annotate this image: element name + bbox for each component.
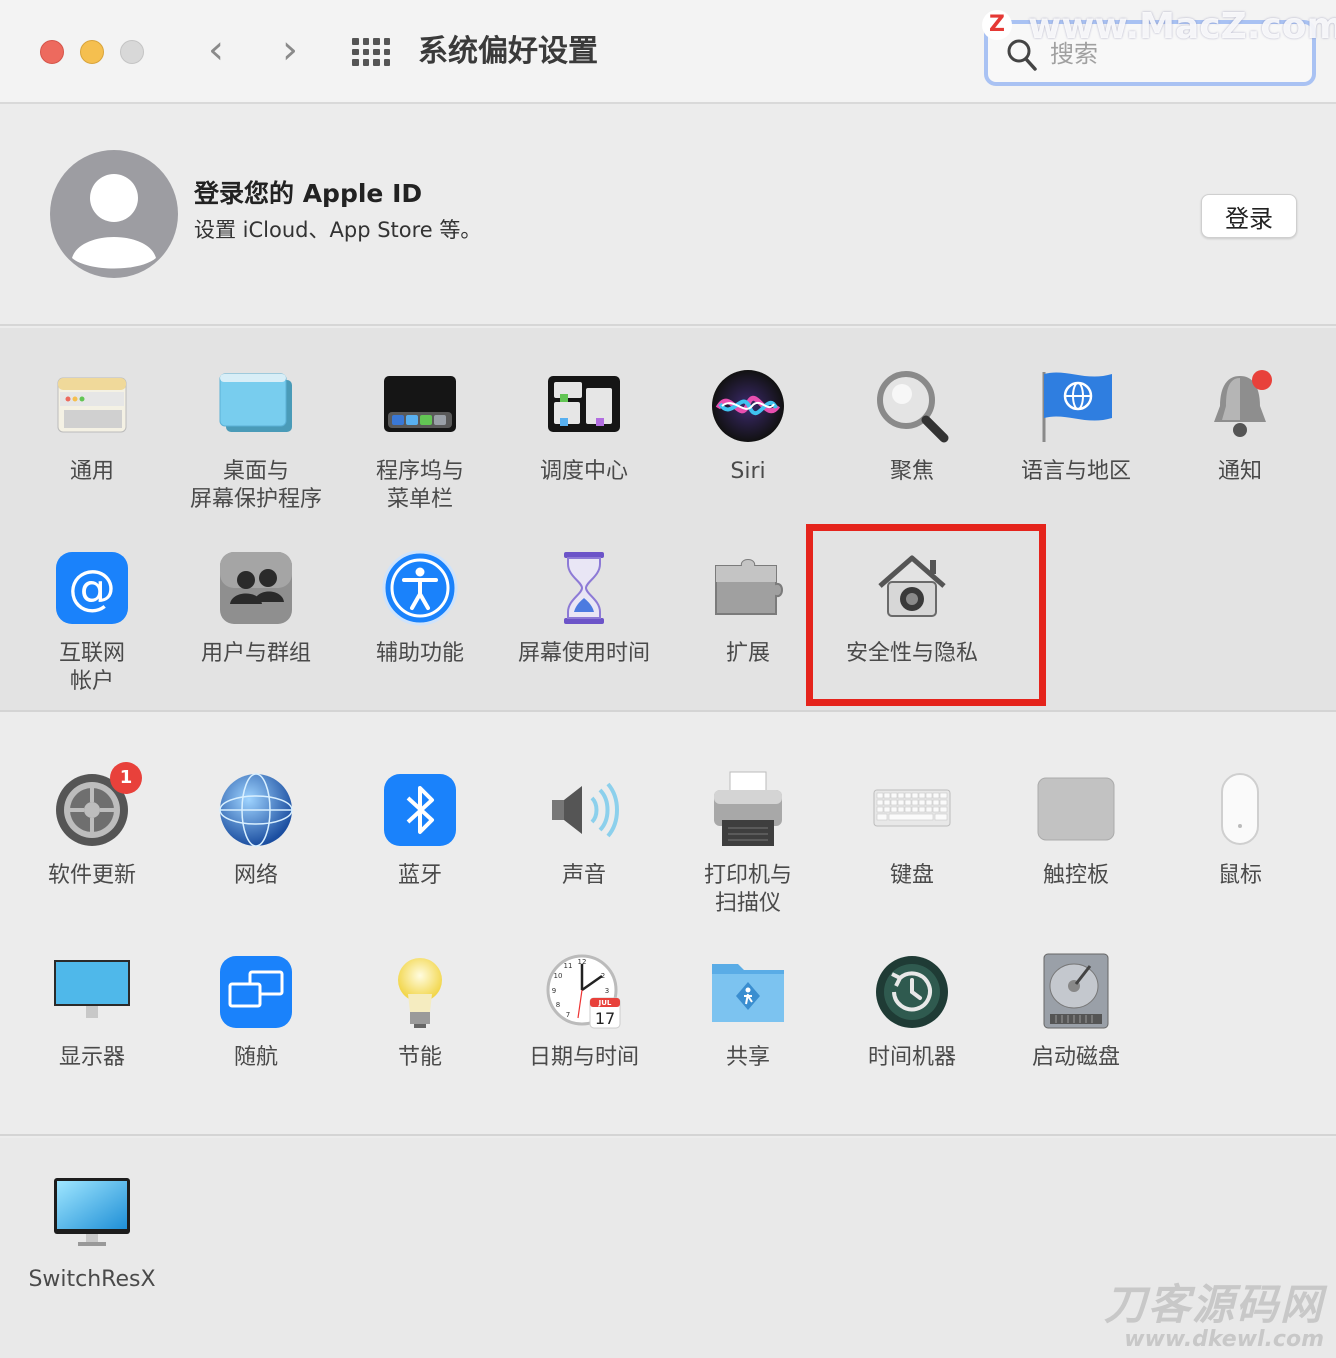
desktop-screensaver-icon [216, 366, 296, 446]
avatar[interactable] [50, 150, 178, 278]
printers-scanners-icon [708, 770, 788, 850]
network-icon [216, 770, 296, 850]
accessibility-icon [380, 548, 460, 628]
pref-internet-accounts[interactable]: @ 互联网 帐户 [10, 548, 174, 696]
pref-general[interactable]: 通用 [10, 366, 174, 486]
pref-screen-time[interactable]: 屏幕使用时间 [502, 548, 666, 668]
trackpad-icon [1036, 770, 1116, 850]
pref-mouse[interactable]: 鼠标 [1158, 770, 1322, 890]
energy-saver-icon [380, 952, 460, 1032]
displays-icon [52, 952, 132, 1032]
watermark-bottom: 刀客源码网 www.dkewl.com [1103, 1280, 1324, 1352]
pref-mission-control[interactable]: 调度中心 [502, 366, 666, 486]
pref-energy-saver[interactable]: 节能 [338, 952, 502, 1072]
pref-sharing[interactable]: 共享 [666, 952, 830, 1072]
pref-users-groups[interactable]: 用户与群组 [174, 548, 338, 668]
sharing-icon [708, 952, 788, 1032]
calendar-month: JUL [598, 999, 612, 1007]
switchresx-icon [52, 1174, 132, 1254]
minimize-window-button[interactable] [80, 40, 104, 64]
keyboard-icon [872, 770, 952, 850]
notifications-icon [1200, 366, 1280, 446]
svg-text:7: 7 [566, 1011, 570, 1019]
pref-language-region[interactable]: 语言与地区 [994, 366, 1158, 486]
svg-text:8: 8 [556, 1001, 560, 1009]
pref-date-time[interactable]: 12 11 10 9 8 7 3 2 JUL 17 日期与时间 [502, 952, 666, 1072]
dock-menubar-icon [380, 366, 460, 446]
pref-printers-scanners[interactable]: 打印机与 扫描仪 [666, 770, 830, 918]
pref-displays[interactable]: 显示器 [10, 952, 174, 1072]
pref-trackpad[interactable]: 触控板 [994, 770, 1158, 890]
close-window-button[interactable] [40, 40, 64, 64]
pref-keyboard[interactable]: 键盘 [830, 770, 994, 890]
pref-bluetooth[interactable]: 蓝牙 [338, 770, 502, 890]
spotlight-icon [872, 366, 952, 446]
window-title: 系统偏好设置 [418, 34, 598, 69]
sidecar-icon [216, 952, 296, 1032]
pref-network[interactable]: 网络 [174, 770, 338, 890]
svg-text:@: @ [68, 560, 116, 616]
general-icon [52, 366, 132, 446]
zoom-window-button[interactable] [120, 40, 144, 64]
apple-id-section: 登录您的 Apple ID 设置 iCloud、App Store 等。 登录 [0, 106, 1336, 326]
watermark-logo: Z [982, 10, 1012, 40]
sound-icon [544, 770, 624, 850]
svg-text:3: 3 [605, 987, 609, 995]
forward-chevron-icon[interactable]: › [272, 30, 308, 74]
software-update-icon: 1 [52, 762, 142, 850]
show-all-grid-icon[interactable] [352, 38, 390, 66]
pref-time-machine[interactable]: 时间机器 [830, 952, 994, 1072]
startup-disk-icon [1036, 952, 1116, 1032]
pref-desktop-screensaver[interactable]: 桌面与 屏幕保护程序 [174, 366, 338, 514]
pref-startup-disk[interactable]: 启动磁盘 [994, 952, 1158, 1072]
date-time-icon: 12 11 10 9 8 7 3 2 JUL 17 [544, 952, 624, 1032]
pref-sound[interactable]: 声音 [502, 770, 666, 890]
back-chevron-icon[interactable]: ‹ [198, 30, 234, 74]
pref-software-update[interactable]: 1 软件更新 [10, 762, 174, 890]
time-machine-icon [872, 952, 952, 1032]
mission-control-icon [544, 366, 624, 446]
apple-id-title: 登录您的 Apple ID [194, 179, 423, 208]
svg-text:2: 2 [601, 972, 605, 980]
user-silhouette-icon [72, 174, 156, 269]
pref-sidecar[interactable]: 随航 [174, 952, 338, 1072]
bluetooth-icon [380, 770, 460, 850]
mouse-icon [1200, 770, 1280, 850]
watermark-top: www.MacZ.com [1028, 6, 1336, 47]
pref-spotlight[interactable]: 聚焦 [830, 366, 994, 486]
svg-text:9: 9 [552, 987, 556, 995]
pref-switchresx[interactable]: SwitchResX [10, 1174, 174, 1294]
pref-notifications[interactable]: 通知 [1158, 366, 1322, 486]
login-button[interactable]: 登录 [1201, 194, 1297, 238]
calendar-day: 17 [595, 1009, 615, 1028]
screen-time-icon [544, 548, 624, 628]
pref-accessibility[interactable]: 辅助功能 [338, 548, 502, 668]
language-region-icon [1036, 366, 1116, 446]
svg-text:10: 10 [554, 972, 563, 980]
security-privacy-highlight [806, 524, 1046, 706]
pref-siri[interactable]: Siri [666, 366, 830, 486]
users-groups-icon [216, 548, 296, 628]
apple-id-subtitle: 设置 iCloud、App Store 等。 [194, 218, 482, 242]
svg-text:12: 12 [578, 958, 587, 966]
extensions-icon [708, 548, 788, 628]
svg-text:11: 11 [564, 962, 573, 970]
pref-dock-menubar[interactable]: 程序坞与 菜单栏 [338, 366, 502, 514]
internet-accounts-icon: @ [52, 548, 132, 628]
siri-icon [708, 366, 788, 446]
update-badge: 1 [110, 762, 142, 794]
